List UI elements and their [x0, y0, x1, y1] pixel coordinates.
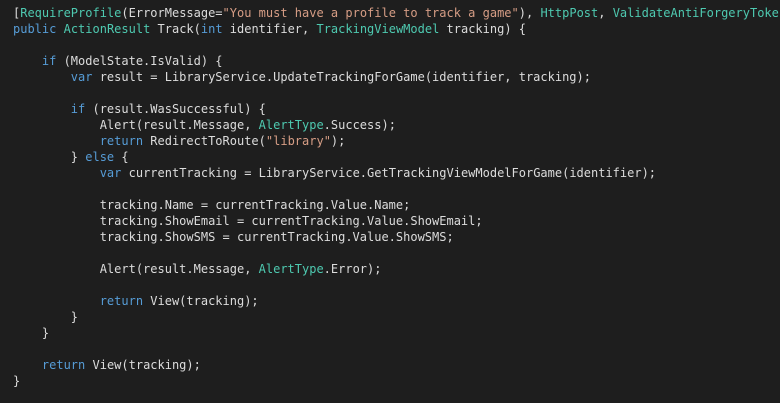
code-token-plain: tracking) {: [439, 22, 527, 36]
code-token-plain: Alert(result.Message,: [13, 118, 259, 132]
code-token-plain: tracking.ShowEmail = currentTracking.Val…: [13, 214, 483, 228]
code-line[interactable]: tracking.Name = currentTracking.Value.Na…: [0, 197, 780, 213]
code-token-keyword: return: [41, 358, 86, 372]
code-line[interactable]: [0, 245, 780, 261]
code-token-plain: (ModelState.IsValid) {: [56, 54, 223, 68]
code-line[interactable]: return RedirectToRoute("library");: [0, 133, 780, 149]
code-line[interactable]: }: [0, 325, 780, 341]
code-line[interactable]: }: [0, 373, 780, 389]
code-line[interactable]: } else {: [0, 149, 780, 165]
code-token-plain: );: [330, 134, 346, 148]
code-token-keyword: return: [99, 134, 144, 148]
code-line[interactable]: [0, 341, 780, 357]
code-token-punct: (ErrorMessage=: [121, 6, 223, 20]
code-token-plain: identifier,: [222, 22, 317, 36]
code-line[interactable]: [0, 181, 780, 197]
code-token-keyword: var: [70, 70, 93, 84]
code-line[interactable]: var currentTracking = LibraryService.Get…: [0, 165, 780, 181]
code-token-keyword: var: [99, 166, 122, 180]
code-line[interactable]: Alert(result.Message, AlertType.Success)…: [0, 117, 780, 133]
code-editor[interactable]: [RequireProfile(ErrorMessage="You must h…: [0, 0, 780, 403]
code-token-plain: }: [13, 374, 21, 388]
code-line[interactable]: if (ModelState.IsValid) {: [0, 53, 780, 69]
code-line[interactable]: [0, 85, 780, 101]
code-token-plain: }: [13, 310, 79, 324]
code-token-plain: tracking.ShowSMS = currentTracking.Value…: [13, 230, 454, 244]
code-token-type: RequireProfile: [20, 6, 122, 20]
code-line[interactable]: return View(tracking);: [0, 357, 780, 373]
code-token-plain: .Error);: [323, 262, 382, 276]
code-token-plain: currentTracking = LibraryService.GetTrac…: [121, 166, 657, 180]
code-token-type: AlertType: [258, 262, 324, 276]
code-token-type: ValidateAntiForgeryToken: [612, 6, 780, 20]
code-token-plain: View(tracking);: [143, 294, 259, 308]
code-token-type: TrackingViewModel: [316, 22, 440, 36]
code-token-keyword: int: [200, 22, 223, 36]
code-token-plain: View(tracking);: [85, 358, 201, 372]
code-token-plain: tracking.Name = currentTracking.Value.Na…: [13, 198, 411, 212]
code-line[interactable]: }: [0, 309, 780, 325]
code-token-punct: ,: [598, 6, 613, 20]
code-token-plain: .Success);: [323, 118, 396, 132]
code-line[interactable]: tracking.ShowEmail = currentTracking.Val…: [0, 213, 780, 229]
code-line[interactable]: [RequireProfile(ErrorMessage="You must h…: [0, 5, 780, 21]
code-line[interactable]: return View(tracking);: [0, 293, 780, 309]
code-token-keyword: public: [13, 22, 57, 36]
code-token-plain: {: [114, 150, 129, 164]
code-token-punct: ),: [518, 6, 541, 20]
code-line[interactable]: [0, 37, 780, 53]
code-line[interactable]: [0, 277, 780, 293]
code-line[interactable]: public ActionResult Track(int identifier…: [0, 21, 780, 37]
code-token-keyword: if: [70, 102, 86, 116]
code-token-type: AlertType: [258, 118, 324, 132]
code-token-plain: }: [13, 326, 50, 340]
code-token-keyword: else: [85, 150, 115, 164]
code-token-plain: }: [13, 150, 86, 164]
code-token-type: HttpPost: [540, 6, 599, 20]
code-token-plain: Track(: [150, 22, 201, 36]
code-token-string: "You must have a profile to track a game…: [222, 6, 519, 20]
code-token-plain: Alert(result.Message,: [13, 262, 259, 276]
code-token-plain: result = LibraryService.UpdateTrackingFo…: [92, 70, 591, 84]
code-token-string: "library": [265, 134, 331, 148]
code-token-type: ActionResult: [63, 22, 151, 36]
code-line[interactable]: if (result.WasSuccessful) {: [0, 101, 780, 117]
code-line[interactable]: Alert(result.Message, AlertType.Error);: [0, 261, 780, 277]
code-token-plain: RedirectToRoute(: [143, 134, 266, 148]
code-line[interactable]: var result = LibraryService.UpdateTracki…: [0, 69, 780, 85]
code-token-keyword: if: [41, 54, 57, 68]
code-line[interactable]: tracking.ShowSMS = currentTracking.Value…: [0, 229, 780, 245]
code-token-keyword: return: [99, 294, 144, 308]
code-token-plain: (result.WasSuccessful) {: [85, 102, 266, 116]
